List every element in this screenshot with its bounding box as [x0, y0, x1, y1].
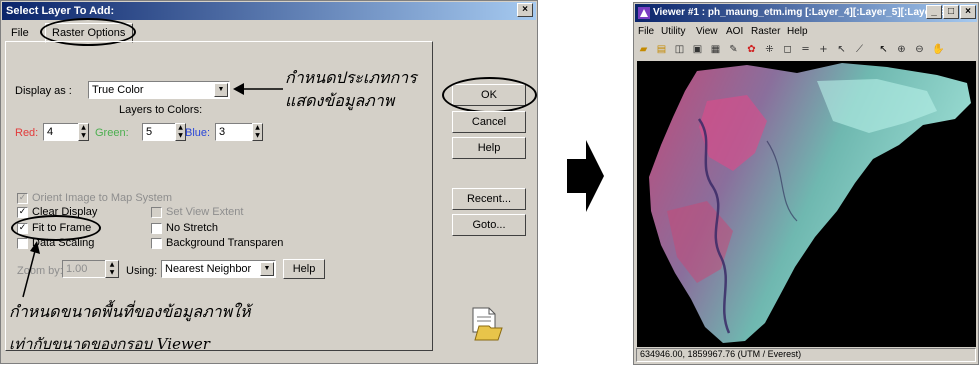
zoom-out-icon[interactable]: ⊖ — [914, 44, 925, 55]
profile-icon[interactable]: ⟋ — [854, 44, 865, 55]
blue-layer-value: 3 — [219, 126, 226, 138]
using-label: Using: — [126, 265, 158, 277]
display-note-arrow — [233, 83, 283, 95]
right-arrow-icon — [567, 140, 604, 212]
green-layer-value: 5 — [146, 126, 153, 138]
layers-to-colors-label: Layers to Colors: — [119, 104, 203, 116]
set-view-extent-label: Set View Extent — [166, 206, 244, 218]
red-layer-value: 4 — [47, 126, 54, 138]
resample-method-value: Nearest Neighbor — [165, 263, 252, 275]
status-bar: 634946.00, 1859967.76 (UTM / Everest) — [636, 348, 976, 362]
blue-label: Blue: — [185, 127, 211, 139]
coordinate-readout: 634946.00, 1859967.76 (UTM / Everest) — [640, 349, 802, 359]
cancel-button[interactable]: Cancel — [452, 111, 526, 133]
set-view-extent-checkbox[interactable] — [151, 207, 162, 218]
zoom-help-button[interactable]: Help — [283, 259, 325, 279]
grid-icon[interactable]: ⁜ — [764, 44, 775, 55]
image-canvas[interactable] — [637, 61, 976, 347]
zoom-in-icon[interactable]: ⊕ — [896, 44, 907, 55]
display-as-select[interactable]: True Color ▼ — [88, 81, 230, 99]
viewer-close-button[interactable]: × — [960, 5, 976, 19]
no-stretch-label: No Stretch — [166, 222, 218, 234]
dialog-title: Select Layer To Add: — [6, 5, 115, 17]
save-icon[interactable]: ▣ — [692, 44, 703, 55]
menu-aoi[interactable]: AOI — [726, 26, 743, 37]
info-icon[interactable]: ◫ — [674, 44, 685, 55]
menu-raster[interactable]: Raster — [751, 26, 780, 37]
display-note-line2: แสดงข้อมูลภาพ — [285, 91, 395, 110]
crosshair-icon[interactable]: + — [818, 44, 829, 55]
chevron-down-icon[interactable]: ▼ — [214, 83, 228, 97]
menu-help[interactable]: Help — [787, 26, 808, 37]
red-spinner[interactable]: ▲ ▼ — [78, 123, 89, 141]
pan-icon[interactable]: ✋ — [932, 44, 944, 55]
chevron-down-icon[interactable]: ▼ — [260, 262, 274, 276]
display-note-line1: กำหนดประเภทการ — [285, 68, 417, 87]
background-transparent-checkbox[interactable] — [151, 238, 162, 249]
help-button[interactable]: Help — [452, 137, 526, 159]
viewer-window: Viewer #1 : ph_maung_etm.img [:Layer_4][… — [633, 2, 979, 365]
arrow-icon[interactable]: ↖ — [836, 44, 847, 55]
orient-image-checkbox[interactable]: ✓ — [17, 193, 28, 204]
close-button[interactable]: × — [517, 3, 533, 17]
select-layer-dialog: Select Layer To Add: × File Raster Optio… — [0, 0, 538, 364]
satellite-image — [649, 63, 971, 343]
fit-note-arrow — [22, 241, 40, 298]
resample-method-select[interactable]: Nearest Neighbor ▼ — [161, 260, 276, 278]
recent-button[interactable]: Recent... — [452, 188, 526, 210]
clear-display-checkbox[interactable]: ✓ — [17, 207, 28, 218]
ok-highlight-ellipse — [442, 77, 537, 113]
menu-view[interactable]: View — [696, 26, 718, 37]
no-stretch-checkbox[interactable] — [151, 223, 162, 234]
zoom-by-input[interactable]: 1.00 — [62, 260, 106, 278]
file-folder-icon — [472, 307, 503, 341]
folder-icon[interactable]: ▤ — [656, 44, 667, 55]
open-icon[interactable]: ▰ — [638, 44, 649, 55]
resize-icon[interactable]: ◻ — [782, 44, 793, 55]
green-label: Green: — [95, 127, 129, 139]
print-icon[interactable]: ▦ — [710, 44, 721, 55]
menu-utility[interactable]: Utility — [661, 26, 685, 37]
viewer-app-icon — [638, 7, 650, 19]
menu-file[interactable]: File — [638, 26, 654, 37]
zoom-spinner[interactable]: ▲ ▼ — [105, 260, 119, 278]
tab-file[interactable]: File — [11, 27, 29, 39]
goto-button[interactable]: Goto... — [452, 214, 526, 236]
fit-note-line2: เท่ากับขนาดของกรอบ Viewer — [9, 335, 210, 353]
fit-note-line1: กำหนดขนาดพื้นที่ของข้อมูลภาพให้ — [9, 302, 251, 321]
minimize-button[interactable]: _ — [926, 5, 942, 19]
orient-image-label: Orient Image to Map System — [32, 192, 172, 204]
zoom-by-value: 1.00 — [66, 263, 88, 275]
blue-spinner[interactable]: ▲ ▼ — [252, 123, 263, 141]
measure-icon[interactable]: ═ — [800, 44, 811, 55]
color-icon[interactable]: ✿ — [746, 44, 757, 55]
display-as-label: Display as : — [15, 85, 72, 97]
edit-icon[interactable]: ✎ — [728, 44, 739, 55]
display-as-value: True Color — [92, 84, 144, 96]
select-icon[interactable]: ↖ — [878, 44, 889, 55]
background-transparent-label: Background Transparen — [166, 237, 284, 249]
maximize-button[interactable]: □ — [943, 5, 959, 19]
red-label: Red: — [15, 127, 39, 139]
viewer-title: Viewer #1 : ph_maung_etm.img [:Layer_4][… — [653, 7, 949, 18]
